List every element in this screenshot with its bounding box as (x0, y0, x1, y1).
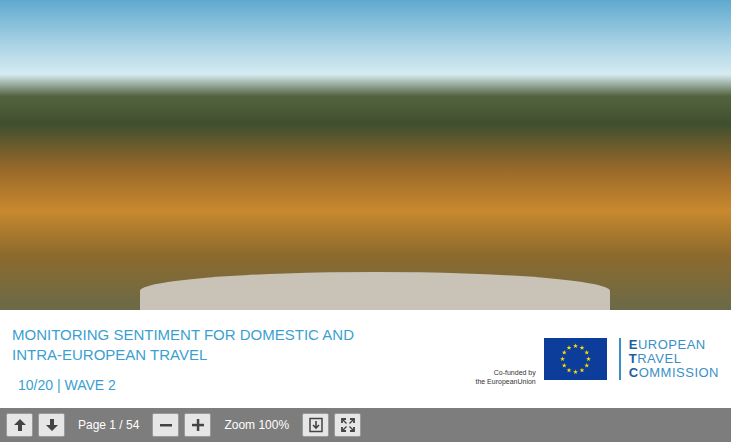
fullscreen-button[interactable] (334, 413, 361, 437)
fullscreen-icon (340, 417, 356, 433)
title-line: INTRA-EUROPEAN TRAVEL (12, 345, 467, 365)
cover-footer: MONITORING SENTIMENT FOR DOMESTIC ANDINT… (0, 310, 731, 408)
eu-flag-icon (544, 338, 607, 380)
download-icon (308, 417, 324, 433)
page-indicator: Page 1 / 54 (70, 418, 147, 432)
rock-shape (140, 272, 610, 310)
logo-line: TRAVEL (629, 352, 719, 366)
zoom-indicator: Zoom 100% (216, 418, 297, 432)
logo-line: COMMISSION (629, 366, 719, 380)
cofunded-line: Co-funded by (475, 368, 535, 377)
zoom-out-button[interactable] (152, 413, 179, 437)
download-button[interactable] (302, 413, 329, 437)
prev-page-button[interactable] (6, 413, 33, 437)
cofunded-line: the EuropeanUnion (475, 377, 535, 386)
arrow-up-icon (12, 417, 28, 433)
plus-icon (191, 418, 205, 432)
logo-divider (619, 338, 621, 380)
document-title: MONITORING SENTIMENT FOR DOMESTIC ANDINT… (12, 325, 467, 365)
cofunded-text: Co-funded bythe EuropeanUnion (475, 368, 535, 386)
next-page-button[interactable] (38, 413, 65, 437)
logo-line: EUROPEAN (629, 338, 719, 352)
zoom-in-button[interactable] (184, 413, 211, 437)
cover-photo (0, 0, 731, 310)
etc-logo: EUROPEANTRAVELCOMMISSION (629, 338, 719, 380)
toolbar: Page 1 / 54 Zoom 100% (0, 408, 731, 442)
edition-label: 10/20 | WAVE 2 (12, 377, 467, 393)
document-page: MONITORING SENTIMENT FOR DOMESTIC ANDINT… (0, 0, 731, 408)
title-line: MONITORING SENTIMENT FOR DOMESTIC AND (12, 325, 467, 345)
pdf-viewer: MONITORING SENTIMENT FOR DOMESTIC ANDINT… (0, 0, 731, 442)
arrow-down-icon (44, 417, 60, 433)
title-block: MONITORING SENTIMENT FOR DOMESTIC ANDINT… (12, 325, 467, 393)
minus-icon (159, 418, 173, 432)
